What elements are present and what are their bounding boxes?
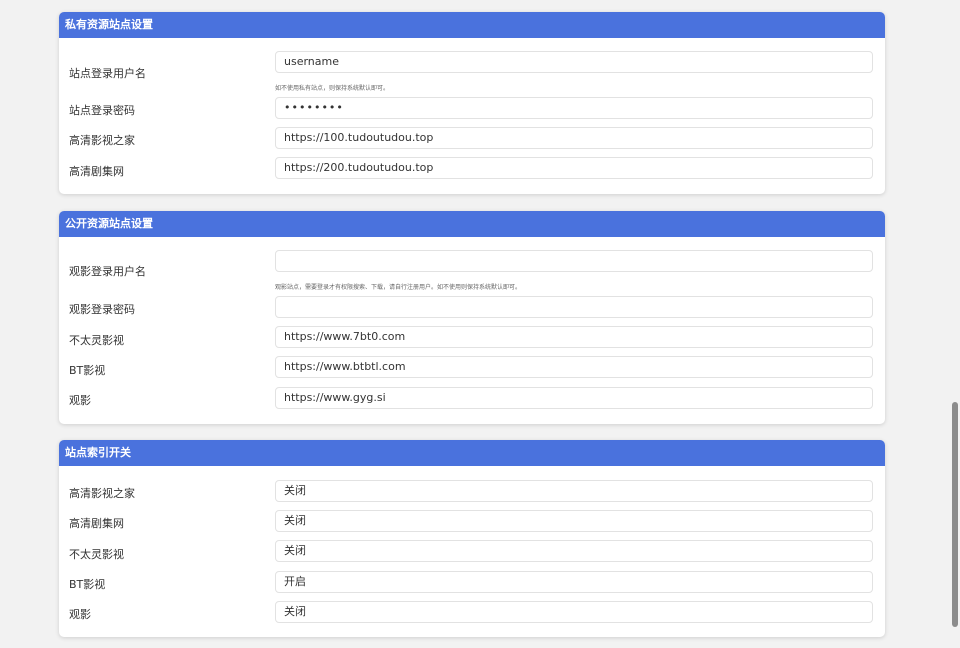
switch-label-4: BT影视: [69, 578, 106, 591]
index-switch-title: 站点索引开关: [59, 440, 885, 466]
public-site2-input[interactable]: https://www.btbtl.com: [275, 356, 873, 378]
switch-select-3[interactable]: 关闭: [275, 540, 873, 562]
public-username-hint: 观影站点，需要登录才有权限搜索、下载，请自行注册用户。如不使用则保持系统默认即可…: [275, 284, 522, 291]
switch-label-1: 高清影视之家: [69, 487, 135, 500]
private-site2-input[interactable]: https://200.tudoutudou.top: [275, 157, 873, 179]
private-sites-panel: 私有资源站点设置 站点登录用户名 username 如不使用私有站点，则保持系统…: [59, 12, 885, 194]
vertical-scrollbar[interactable]: [952, 402, 958, 627]
public-site3-label: 观影: [69, 394, 91, 407]
private-sites-title: 私有资源站点设置: [59, 12, 885, 38]
public-site1-label: 不太灵影视: [69, 334, 124, 347]
private-password-input[interactable]: ••••••••: [275, 97, 873, 119]
public-site1-input[interactable]: https://www.7bt0.com: [275, 326, 873, 348]
public-username-label: 观影登录用户名: [69, 265, 146, 278]
public-username-input[interactable]: [275, 250, 873, 272]
switch-select-1[interactable]: 关闭: [275, 480, 873, 502]
private-username-hint: 如不使用私有站点，则保持系统默认即可。: [275, 85, 390, 92]
private-site2-label: 高清剧集网: [69, 165, 124, 178]
private-password-label: 站点登录密码: [69, 104, 135, 117]
private-username-label: 站点登录用户名: [69, 67, 146, 80]
switch-label-5: 观影: [69, 608, 91, 621]
switch-select-5[interactable]: 关闭: [275, 601, 873, 623]
private-site1-input[interactable]: https://100.tudoutudou.top: [275, 127, 873, 149]
switch-label-3: 不太灵影视: [69, 548, 124, 561]
private-username-input[interactable]: username: [275, 51, 873, 73]
private-site1-label: 高清影视之家: [69, 134, 135, 147]
switch-select-2[interactable]: 关闭: [275, 510, 873, 532]
public-password-input[interactable]: [275, 296, 873, 318]
public-sites-panel: 公开资源站点设置 观影登录用户名 观影站点，需要登录才有权限搜索、下载，请自行注…: [59, 211, 885, 424]
public-sites-title: 公开资源站点设置: [59, 211, 885, 237]
switch-select-4[interactable]: 开启: [275, 571, 873, 593]
public-password-label: 观影登录密码: [69, 303, 135, 316]
public-site3-input[interactable]: https://www.gyg.si: [275, 387, 873, 409]
switch-label-2: 高清剧集网: [69, 517, 124, 530]
public-site2-label: BT影视: [69, 364, 106, 377]
index-switch-panel: 站点索引开关 高清影视之家 关闭 高清剧集网 关闭 不太灵影视 关闭 BT影视 …: [59, 440, 885, 637]
